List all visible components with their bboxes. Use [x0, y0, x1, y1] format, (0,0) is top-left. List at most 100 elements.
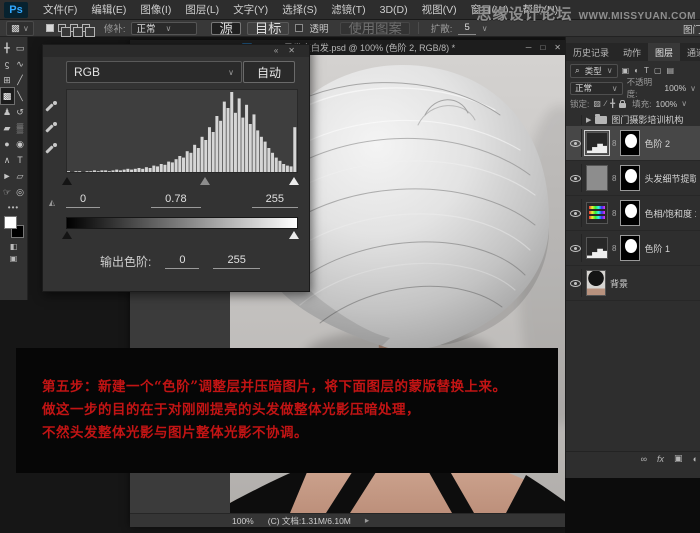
diffusion-chevron[interactable]: ∨ [482, 24, 488, 33]
eye-toggle[interactable] [570, 164, 582, 192]
foreground-color-swatch[interactable] [4, 216, 17, 229]
mask-link-icon[interactable]: 8 [612, 209, 616, 218]
zoom-tool[interactable]: ◎ [14, 184, 27, 200]
tab-图层[interactable]: 图层 [648, 43, 680, 61]
lasso-tool[interactable]: ϛ [1, 56, 14, 72]
layer-thumbnail-photo[interactable] [586, 270, 606, 296]
collapse-panel-icon[interactable]: « [274, 46, 278, 55]
menu-item-0[interactable]: 文件(F) [36, 0, 84, 20]
eraser-tool[interactable]: ▰ [1, 120, 14, 136]
white-point-eyedropper-icon[interactable] [46, 143, 58, 155]
opacity-value[interactable]: 100% [664, 83, 686, 93]
menu-item-1[interactable]: 编辑(E) [84, 0, 133, 20]
layer-row-背景[interactable]: 背景 [566, 266, 700, 301]
transparent-checkbox[interactable] [295, 24, 303, 32]
eye-toggle[interactable] [570, 199, 582, 227]
opacity-chevron[interactable]: ∨ [690, 84, 696, 93]
screen-mode-icon[interactable]: ▣ [10, 254, 18, 263]
patch-tool[interactable]: ▩ [1, 88, 14, 104]
fill-chevron[interactable]: ∨ [681, 99, 687, 108]
filter-icon-0[interactable]: ▣ [622, 66, 630, 75]
layer-group-row[interactable]: ▶图门摄影培训机构 [566, 113, 700, 126]
zoom-level[interactable]: 100% [232, 516, 254, 526]
link-layers-icon[interactable]: ∞ [641, 454, 647, 464]
layer-row-头发细节提取[interactable]: 8头发细节提取 [566, 161, 700, 196]
tab-通道[interactable]: 通道 [680, 43, 700, 61]
black-point-eyedropper-icon[interactable] [46, 101, 58, 113]
intersect-selection-icon[interactable] [82, 24, 90, 32]
lock-icon-2[interactable]: ╋ [610, 99, 615, 108]
output-black-value[interactable]: 0 [165, 254, 199, 269]
tab-历史记录[interactable]: 历史记录 [566, 43, 616, 61]
eye-toggle[interactable] [570, 129, 582, 157]
hand-tool[interactable]: ☞ [1, 184, 14, 200]
crop-tool[interactable]: ⊞ [1, 72, 14, 88]
panel-header[interactable] [43, 45, 309, 57]
quick-selection-tool[interactable]: ∿ [14, 56, 27, 72]
output-white-slider[interactable] [289, 231, 299, 239]
dodge-tool[interactable]: ◉ [14, 136, 27, 152]
input-gamma-slider[interactable] [200, 177, 210, 185]
menu-item-8[interactable]: 视图(V) [415, 0, 464, 20]
menu-item-7[interactable]: 3D(D) [373, 0, 415, 20]
filter-icon-2[interactable]: T [644, 66, 649, 75]
type-tool[interactable]: T [14, 152, 27, 168]
levels-adjustment-icon[interactable]: ▂▅█▆ [586, 237, 608, 259]
close-button[interactable]: ✕ [554, 43, 561, 52]
input-black-value[interactable]: 0 [66, 193, 100, 208]
layer-mask-thumbnail[interactable] [620, 200, 640, 226]
close-panel-icon[interactable]: ✕ [288, 46, 295, 55]
expand-caret-icon[interactable]: ▶ [586, 116, 591, 124]
layer-row-色相/饱和度 1[interactable]: 8色相/饱和度 1 [566, 196, 700, 231]
blend-mode-select[interactable]: 正常∨ [570, 82, 623, 95]
filter-icon-3[interactable]: ▢ [654, 66, 662, 75]
layer-thumbnail-gray[interactable] [586, 165, 608, 191]
gray-point-eyedropper-icon[interactable] [46, 122, 58, 134]
quick-mask-icon[interactable]: ◧ [10, 242, 18, 251]
status-arrow-icon[interactable]: ▸ [365, 515, 369, 526]
input-white-value[interactable]: 255 [252, 193, 298, 208]
maximize-button[interactable]: □ [540, 43, 545, 52]
diffusion-value[interactable]: 5 [458, 22, 475, 35]
layer-row-色阶 1[interactable]: ▂▅█▆8色阶 1 [566, 231, 700, 266]
adjustment-layer-icon[interactable]: ◐ [693, 454, 698, 464]
eye-toggle[interactable] [570, 234, 582, 262]
mask-link-icon[interactable]: 8 [612, 174, 616, 183]
input-gamma-value[interactable]: 0.78 [151, 193, 200, 208]
history-brush-tool[interactable]: ↺ [14, 104, 27, 120]
mask-link-icon[interactable]: 8 [612, 244, 616, 253]
tool-preset-picker[interactable]: ▩∨ [6, 21, 34, 36]
tab-动作[interactable]: 动作 [616, 43, 648, 61]
eye-toggle[interactable] [570, 115, 582, 125]
menu-item-6[interactable]: 滤镜(T) [324, 0, 372, 20]
menu-item-4[interactable]: 文字(Y) [226, 0, 275, 20]
blur-tool[interactable]: ● [1, 136, 14, 152]
levels-adjustment-icon[interactable]: ▂▅█▆ [586, 132, 608, 154]
layer-style-icon[interactable]: fx [657, 454, 664, 464]
lock-icon-0[interactable]: ▨ [593, 99, 601, 108]
hue-saturation-icon[interactable] [586, 202, 608, 224]
shape-tool[interactable]: ▱ [14, 168, 27, 184]
auto-button[interactable]: 自动 [243, 61, 295, 83]
eye-toggle[interactable] [570, 269, 582, 297]
lock-icon-1[interactable]: ∕ [605, 99, 606, 108]
fill-value[interactable]: 100% [655, 99, 677, 109]
source-button[interactable]: 源 [211, 22, 240, 35]
lock-all-icon[interactable] [619, 103, 626, 108]
layer-mask-thumbnail[interactable] [620, 165, 640, 191]
eyedropper-tool[interactable]: ╱ [14, 72, 27, 88]
output-white-value[interactable]: 255 [213, 254, 259, 269]
output-black-slider[interactable] [62, 231, 72, 239]
filter-icon-1[interactable]: ◐ [634, 66, 639, 75]
menu-item-2[interactable]: 图像(I) [133, 0, 178, 20]
destination-button[interactable]: 目标 [247, 22, 290, 35]
move-tool[interactable]: ╋ [1, 40, 14, 56]
add-selection-icon[interactable] [58, 24, 66, 32]
filter-type-select[interactable]: ⌕ 类型∨ [570, 64, 618, 78]
layer-mask-thumbnail[interactable] [620, 235, 640, 261]
pen-tool[interactable]: ∧ [1, 152, 14, 168]
add-mask-icon[interactable]: ▣ [674, 453, 683, 464]
minimize-button[interactable]: ─ [526, 43, 532, 52]
clone-stamp-tool[interactable]: ♟ [1, 104, 14, 120]
subtract-selection-icon[interactable] [70, 24, 78, 32]
